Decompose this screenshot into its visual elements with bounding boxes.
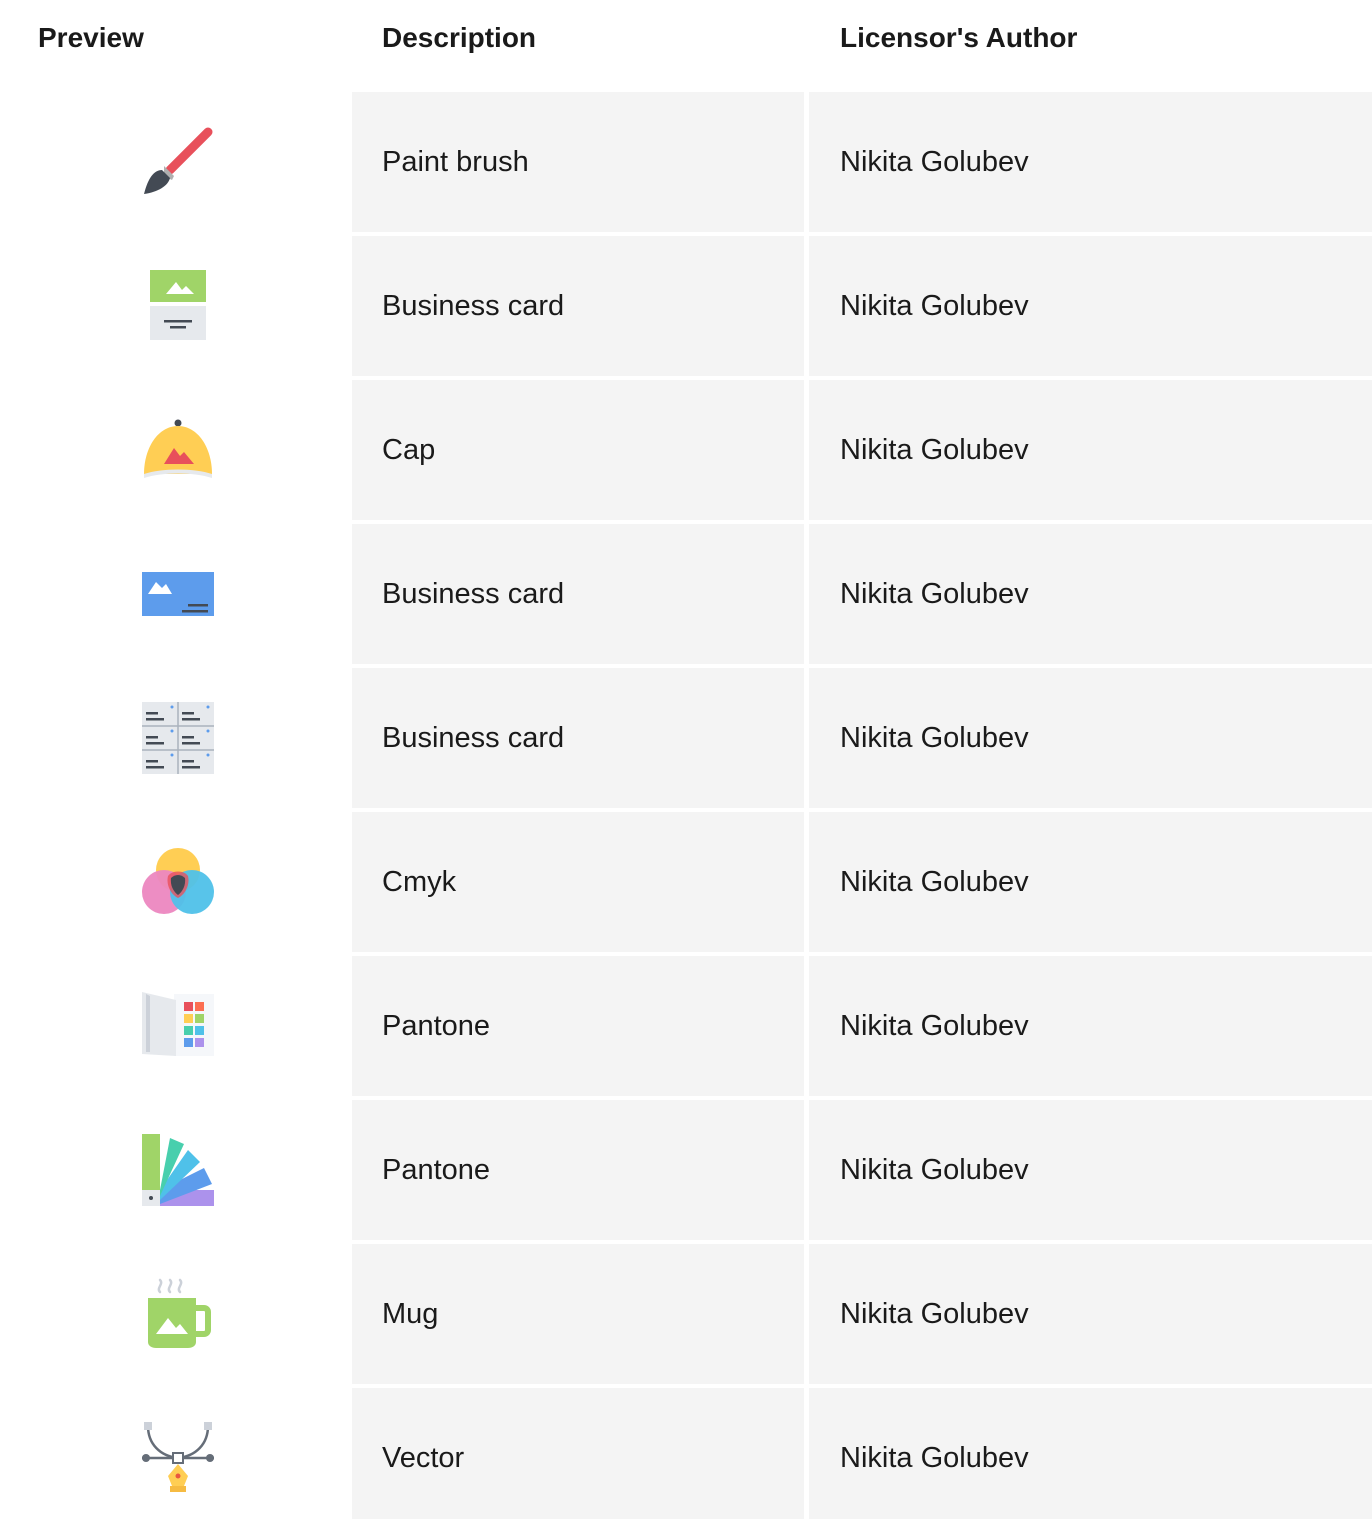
business-card-sheet-icon	[142, 702, 214, 774]
author-text: Nikita Golubev	[840, 722, 1029, 754]
preview-cell	[0, 92, 352, 232]
description-cell: Business card	[352, 524, 804, 664]
pantone-book-icon	[142, 990, 214, 1062]
preview-cell	[0, 956, 352, 1096]
author-text: Nikita Golubev	[840, 146, 1029, 178]
table-row: Pantone Nikita Golubev	[0, 1100, 1372, 1240]
author-text: Nikita Golubev	[840, 866, 1029, 898]
header-author: Licensor's Author	[840, 22, 1078, 53]
preview-cell	[0, 1100, 352, 1240]
mug-icon	[142, 1278, 214, 1350]
table-body: Paint brush Nikita Golubev Business card…	[0, 92, 1372, 1519]
table-row: Business card Nikita Golubev	[0, 236, 1372, 376]
business-card-blue-icon	[142, 558, 214, 630]
author-text: Nikita Golubev	[840, 1442, 1029, 1474]
preview-cell	[0, 524, 352, 664]
paint-brush-icon	[142, 126, 214, 198]
author-cell: Nikita Golubev	[809, 92, 1372, 232]
description-text: Pantone	[382, 1010, 491, 1042]
table-header: Preview Description Licensor's Author	[0, 0, 1372, 76]
description-cell: Pantone	[352, 1100, 804, 1240]
description-cell: Pantone	[352, 956, 804, 1096]
description-text: Cap	[382, 434, 436, 466]
description-text: Vector	[382, 1442, 465, 1474]
pantone-fan-icon	[142, 1134, 214, 1206]
cmyk-icon	[142, 846, 214, 918]
description-text: Paint brush	[382, 146, 529, 178]
description-cell: Mug	[352, 1244, 804, 1384]
author-text: Nikita Golubev	[840, 1298, 1029, 1330]
author-cell: Nikita Golubev	[809, 236, 1372, 376]
description-text: Business card	[382, 290, 565, 322]
description-cell: Cmyk	[352, 812, 804, 952]
description-cell: Business card	[352, 668, 804, 808]
author-cell: Nikita Golubev	[809, 380, 1372, 520]
author-text: Nikita Golubev	[840, 290, 1029, 322]
author-text: Nikita Golubev	[840, 1154, 1029, 1186]
preview-cell	[0, 1388, 352, 1519]
business-card-vertical-icon	[142, 270, 214, 342]
author-cell: Nikita Golubev	[809, 668, 1372, 808]
table-row: Pantone Nikita Golubev	[0, 956, 1372, 1096]
author-text: Nikita Golubev	[840, 434, 1029, 466]
description-text: Business card	[382, 722, 565, 754]
author-text: Nikita Golubev	[840, 578, 1029, 610]
description-cell: Vector	[352, 1388, 804, 1519]
preview-cell	[0, 668, 352, 808]
description-text: Mug	[382, 1298, 439, 1330]
description-text: Cmyk	[382, 866, 457, 898]
author-text: Nikita Golubev	[840, 1010, 1029, 1042]
table-row: Business card Nikita Golubev	[0, 524, 1372, 664]
table-row: Mug Nikita Golubev	[0, 1244, 1372, 1384]
license-table: Preview Description Licensor's Author Pa…	[0, 0, 1372, 1519]
preview-cell	[0, 812, 352, 952]
table-row: Cap Nikita Golubev	[0, 380, 1372, 520]
author-cell: Nikita Golubev	[809, 956, 1372, 1096]
author-cell: Nikita Golubev	[809, 1388, 1372, 1519]
table-row: Vector Nikita Golubev	[0, 1388, 1372, 1519]
vector-pen-icon	[142, 1422, 214, 1494]
description-cell: Paint brush	[352, 92, 804, 232]
description-text: Pantone	[382, 1154, 491, 1186]
author-cell: Nikita Golubev	[809, 1100, 1372, 1240]
table-row: Business card Nikita Golubev	[0, 668, 1372, 808]
author-cell: Nikita Golubev	[809, 812, 1372, 952]
header-preview: Preview	[38, 22, 144, 53]
description-cell: Cap	[352, 380, 804, 520]
description-text: Business card	[382, 578, 565, 610]
table-row: Cmyk Nikita Golubev	[0, 812, 1372, 952]
author-cell: Nikita Golubev	[809, 524, 1372, 664]
preview-cell	[0, 236, 352, 376]
preview-cell	[0, 380, 352, 520]
header-description: Description	[382, 22, 537, 53]
author-cell: Nikita Golubev	[809, 1244, 1372, 1384]
preview-cell	[0, 1244, 352, 1384]
description-cell: Business card	[352, 236, 804, 376]
table-row: Paint brush Nikita Golubev	[0, 92, 1372, 232]
cap-icon	[142, 414, 214, 486]
